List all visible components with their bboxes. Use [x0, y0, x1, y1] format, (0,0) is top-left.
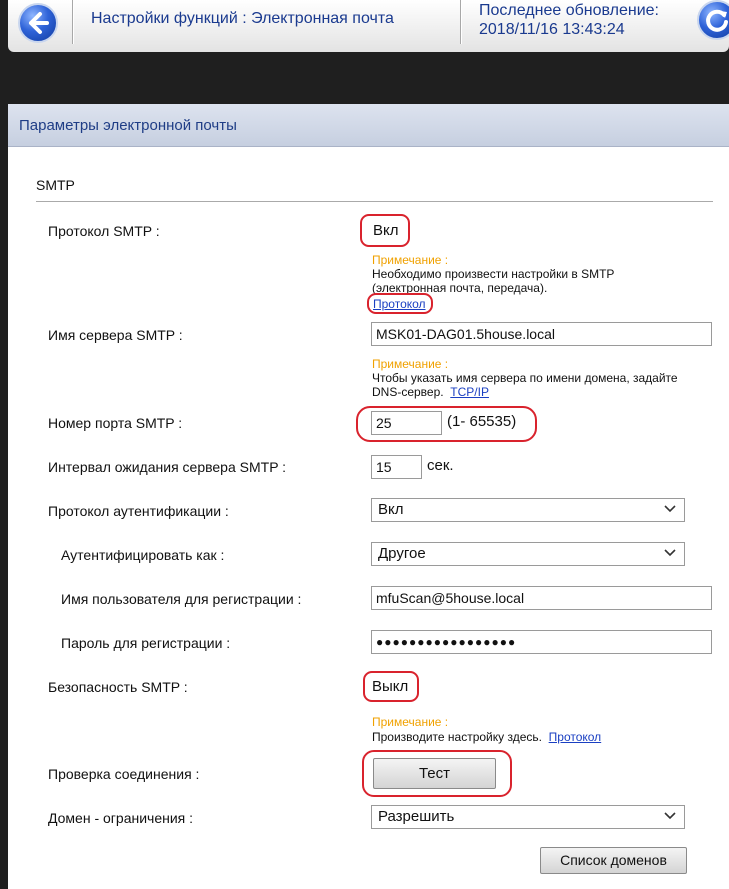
chevron-down-icon: [664, 549, 676, 557]
select-value: Другое: [378, 545, 426, 562]
highlight-box: [360, 214, 410, 247]
back-arrow-icon: [29, 12, 49, 34]
smtp-protocol-label: Протокол SMTP :: [48, 223, 160, 239]
section-divider: [36, 201, 713, 202]
header-divider: [460, 0, 462, 44]
login-user-input[interactable]: mfuScan@5house.local: [371, 586, 712, 610]
timeout-label: Интервал ожидания сервера SMTP :: [48, 459, 287, 475]
highlight-box: [362, 750, 512, 797]
email-settings-panel: Параметры электронной почты SMTP Протоко…: [8, 104, 729, 889]
back-button[interactable]: [18, 3, 58, 43]
note-title: Примечание :: [372, 715, 449, 729]
page-title: Настройки функций : Электронная почта: [91, 10, 394, 27]
smtp-server-label: Имя сервера SMTP :: [48, 327, 183, 343]
domain-restriction-label: Домен - ограничения :: [48, 810, 194, 826]
panel-title: Параметры электронной почты: [8, 104, 729, 147]
connection-check-label: Проверка соединения :: [48, 766, 200, 782]
password-input[interactable]: ●●●●●●●●●●●●●●●●●: [371, 630, 712, 654]
timeout-input[interactable]: 15: [371, 455, 422, 479]
header-divider: [72, 0, 74, 44]
auth-as-label: Аутентифицировать как :: [61, 547, 225, 563]
note-line: Чтобы указать имя сервера по имени домен…: [372, 371, 678, 385]
last-update-value: 2018/11/16 13:43:24: [479, 21, 625, 38]
domain-restriction-select[interactable]: Разрешить: [371, 805, 685, 829]
highlight-box: [363, 671, 419, 702]
section-title: SMTP: [36, 177, 75, 193]
smtp-port-label: Номер порта SMTP :: [48, 415, 183, 431]
note-title: Примечание :: [372, 253, 449, 267]
smtp-security-label: Безопасность SMTP :: [48, 679, 188, 695]
note-line: Производите настройку здесь.: [372, 730, 542, 744]
top-header: Настройки функций : Электронная почта По…: [8, 0, 729, 52]
note-title: Примечание :: [372, 357, 449, 371]
note-text: Чтобы указать имя сервера по имени домен…: [372, 371, 678, 399]
timeout-unit: сек.: [427, 457, 454, 474]
highlight-box: [356, 406, 537, 442]
note-line: Необходимо произвести настройки в SMTP: [372, 267, 615, 281]
refresh-button[interactable]: [697, 0, 729, 40]
login-password-label: Пароль для регистрации :: [61, 635, 231, 651]
note-text: Производите настройку здесь. Протокол: [372, 730, 601, 744]
login-user-label: Имя пользователя для регистрации :: [61, 591, 302, 607]
highlight-box: [367, 293, 433, 314]
smtp-server-input[interactable]: MSK01-DAG01.5house.local: [371, 322, 712, 346]
chevron-down-icon: [664, 812, 676, 820]
last-update: Последнее обновление: 2018/11/16 13:43:2…: [479, 1, 659, 39]
protocol-link[interactable]: Протокол: [549, 730, 602, 744]
select-value: Вкл: [378, 501, 404, 518]
auth-protocol-label: Протокол аутентификации :: [48, 503, 229, 519]
refresh-icon: [706, 9, 728, 32]
domain-list-button[interactable]: Список доменов: [540, 847, 687, 874]
last-update-label: Последнее обновление:: [479, 2, 659, 19]
note-line: DNS-сервер. TCP/IP: [372, 385, 489, 399]
chevron-down-icon: [664, 505, 676, 513]
auth-as-select[interactable]: Другое: [371, 542, 685, 566]
auth-protocol-select[interactable]: Вкл: [371, 498, 685, 522]
note-text: Необходимо произвести настройки в SMTP (…: [372, 267, 614, 295]
select-value: Разрешить: [378, 808, 455, 825]
tcpip-link[interactable]: TCP/IP: [450, 385, 489, 399]
